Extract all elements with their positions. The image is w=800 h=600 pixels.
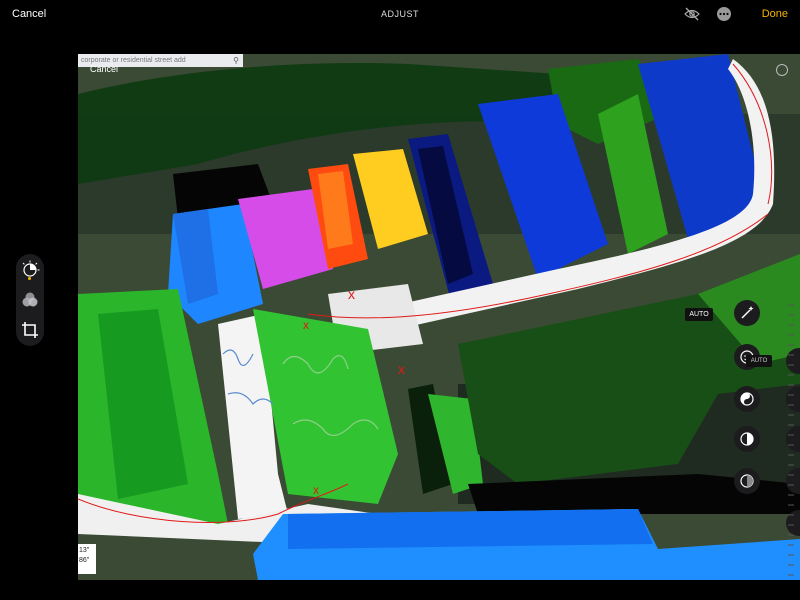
auto-badge: AUTO xyxy=(685,308,713,321)
page-title: ADJUST xyxy=(380,9,419,19)
more-icon[interactable] xyxy=(716,6,732,22)
photo-cancel-label: Cancel xyxy=(90,64,119,74)
brilliance-icon[interactable] xyxy=(734,386,760,412)
highlights-icon[interactable] xyxy=(734,426,760,452)
svg-text:x: x xyxy=(313,483,319,497)
search-placeholder: corporate or residential street add xyxy=(81,57,186,64)
slider-ruler[interactable] xyxy=(772,300,796,590)
auto-badge-small: AUTO xyxy=(746,355,772,367)
top-bar: Cancel ADJUST Done xyxy=(0,0,800,30)
tool-palette xyxy=(16,254,44,346)
svg-text:x: x xyxy=(303,318,309,332)
scale-top-label: 13" xyxy=(79,547,90,554)
circle-icon xyxy=(776,64,788,76)
search-icon: ⚲ xyxy=(233,56,239,65)
shadows-icon[interactable] xyxy=(734,468,760,494)
filters-icon[interactable] xyxy=(20,290,40,310)
magic-wand-icon[interactable] xyxy=(734,300,760,326)
eye-slash-icon[interactable] xyxy=(684,6,700,22)
scale-bottom-label: 86" xyxy=(79,557,90,564)
svg-text:x: x xyxy=(398,361,405,377)
done-button[interactable]: Done xyxy=(762,8,788,20)
crop-icon[interactable] xyxy=(20,320,40,340)
scale-box: 13" 86" xyxy=(78,544,96,574)
svg-text:x: x xyxy=(348,286,355,302)
active-indicator xyxy=(28,277,31,280)
